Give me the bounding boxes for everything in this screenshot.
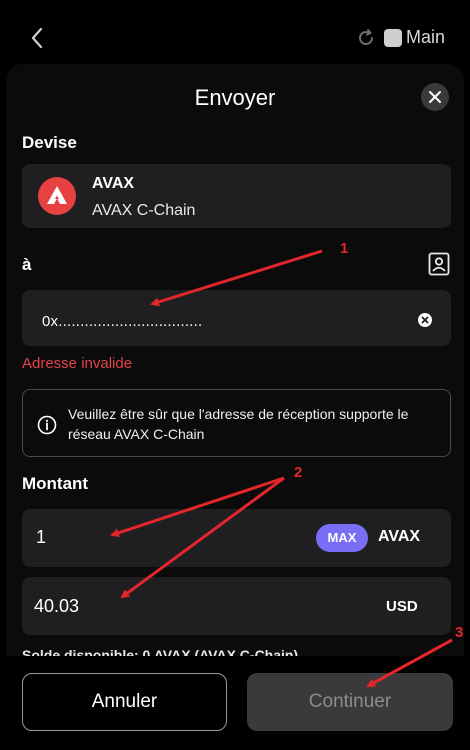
token-symbol: AVAX xyxy=(92,175,135,192)
close-button[interactable] xyxy=(421,83,449,111)
annotation-number-3: 3 xyxy=(455,624,464,641)
close-icon xyxy=(429,91,441,103)
amount-unit: AVAX xyxy=(378,528,421,545)
usd-amount-value[interactable]: 40.03 xyxy=(34,596,79,617)
wallet-name[interactable]: Main xyxy=(406,27,445,48)
back-arrow-icon[interactable] xyxy=(26,24,48,52)
usd-unit: USD xyxy=(386,598,418,615)
max-button[interactable]: MAX xyxy=(316,524,368,552)
token-chain: AVAX C-Chain xyxy=(92,202,196,219)
avax-logo-icon xyxy=(38,177,76,215)
amount-label: Montant xyxy=(22,474,89,493)
amount-value[interactable]: 1 xyxy=(36,527,46,548)
address-error-message: Adresse invalide xyxy=(22,355,133,372)
wallet-avatar-icon[interactable] xyxy=(384,29,402,47)
info-icon xyxy=(37,415,57,435)
cancel-button[interactable]: Annuler xyxy=(22,673,227,731)
recipient-label: à xyxy=(22,255,32,274)
network-notice-text: Veuillez être sûr que l'adresse de récep… xyxy=(68,406,409,442)
currency-label: Devise xyxy=(22,133,77,152)
annotation-number-2: 2 xyxy=(294,464,303,481)
dialog-title: Envoyer xyxy=(194,85,276,110)
currency-selector[interactable] xyxy=(22,164,451,228)
annotation-number-1: 1 xyxy=(340,240,349,257)
refresh-icon[interactable] xyxy=(356,28,376,48)
address-book-icon[interactable] xyxy=(428,252,450,276)
clear-input-icon[interactable] xyxy=(417,312,433,328)
continue-button[interactable]: Continuer xyxy=(247,673,453,731)
recipient-address-value[interactable]: 0x................................. xyxy=(42,313,202,330)
